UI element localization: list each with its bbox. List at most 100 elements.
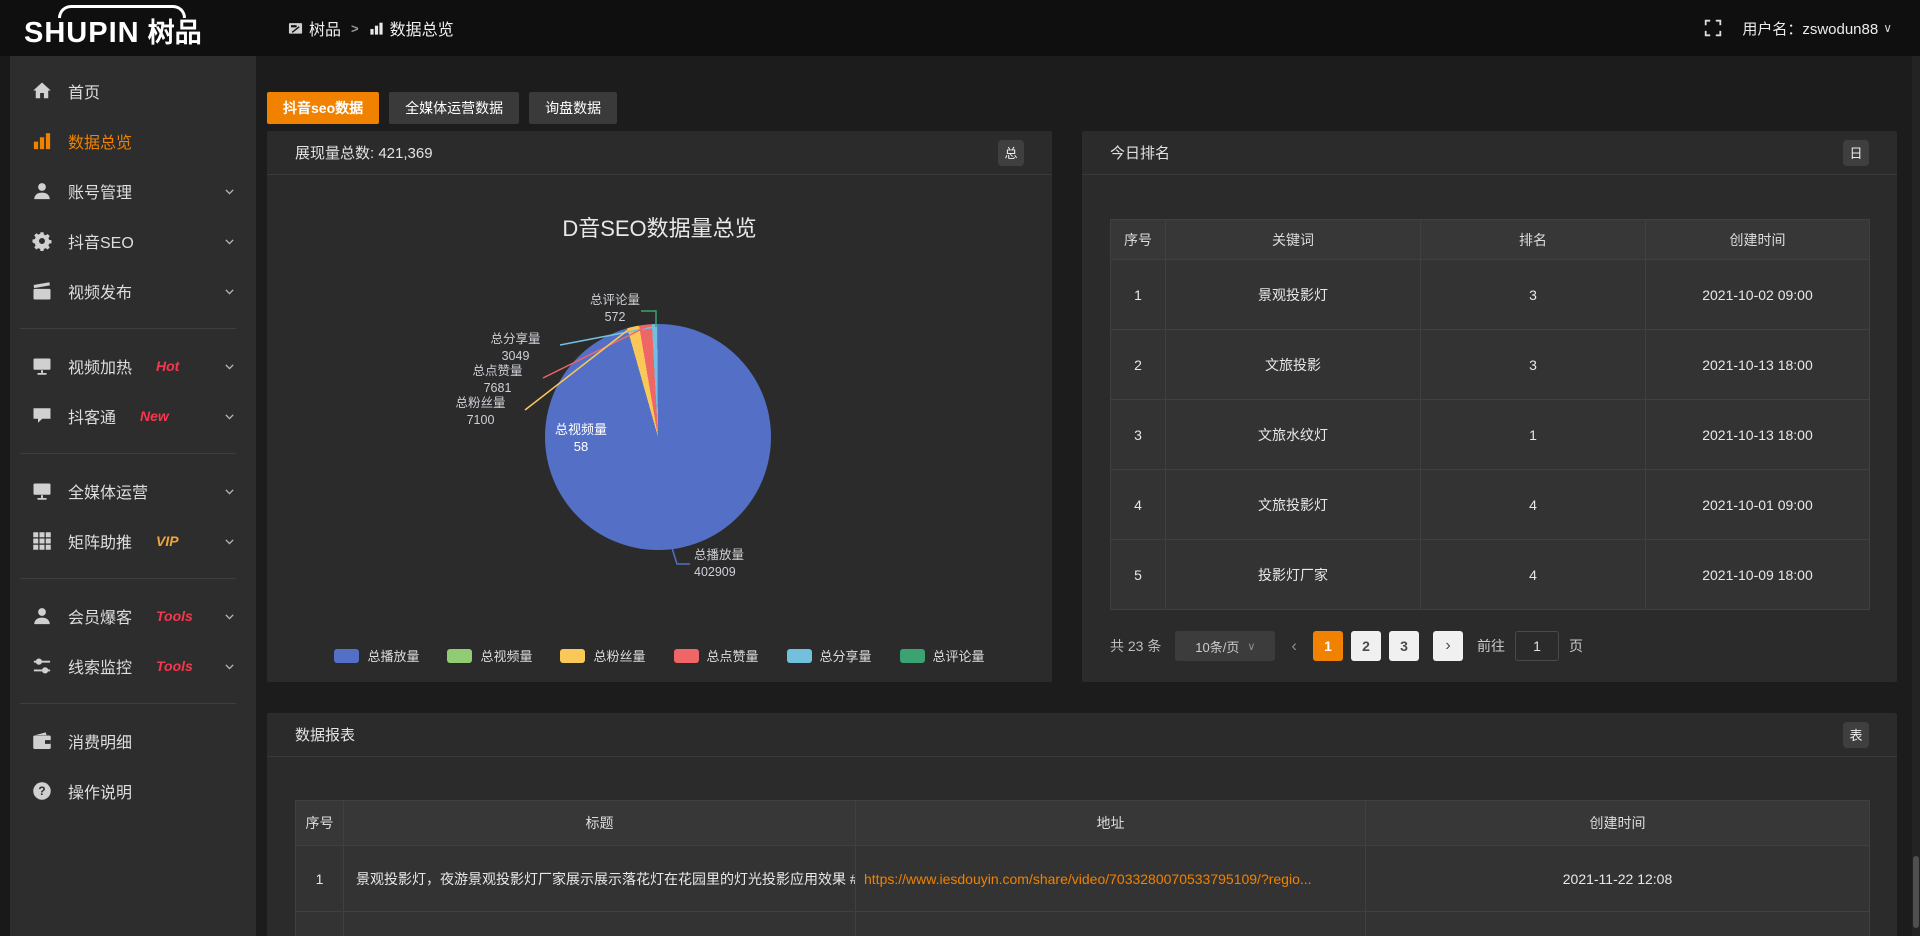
next-page-button[interactable]: › [1433, 631, 1463, 661]
ranking-cell: 景观投影灯 [1166, 260, 1421, 330]
report-panel: 数据报表 表 序号标题地址创建时间 1 景观投影灯，夜游景观投影灯厂家展示展示落… [267, 713, 1897, 936]
sidebar-item-badge: Tools [156, 658, 193, 674]
ranking-cell: 3 [1111, 400, 1166, 470]
ranking-cell: 2021-10-09 18:00 [1646, 540, 1870, 610]
table-badge[interactable]: 表 [1843, 722, 1869, 748]
day-badge[interactable]: 日 [1843, 140, 1869, 166]
breadcrumb-item-home[interactable]: 树品 [288, 16, 341, 40]
legend-label: 总评论量 [933, 646, 985, 665]
sidebar-nav: 首页 数据总览 账号管理 抖音SEO 视频发布 [0, 66, 256, 816]
report-cell-title: 景观投影灯，夜游景观投影灯厂家展示展示落花灯在花园里的灯光投影应用效果 # [344, 846, 856, 912]
sidebar-item-label: 消费明细 [68, 729, 132, 753]
ranking-cell: 2021-10-01 09:00 [1646, 470, 1870, 540]
legend-item-0[interactable]: 总播放量 [334, 646, 419, 665]
page-size-select[interactable]: 10条/页 ∨ [1175, 631, 1275, 661]
report-table: 序号标题地址创建时间 1 景观投影灯，夜游景观投影灯厂家展示展示落花灯在花园里的… [295, 800, 1870, 936]
pie-label-videos: 总视频量58 [536, 421, 626, 455]
screen-icon [32, 356, 52, 376]
report-table-wrap: 序号标题地址创建时间 1 景观投影灯，夜游景观投影灯厂家展示展示落花灯在花园里的… [295, 800, 1869, 936]
goto-page-input[interactable] [1515, 631, 1559, 661]
ranking-table-wrap: 序号关键词排名创建时间 1景观投影灯32021-10-02 09:002文旅投影… [1110, 219, 1869, 610]
ranking-cell: 文旅水纹灯 [1166, 400, 1421, 470]
chevron-down-icon: ∨ [1883, 21, 1892, 35]
legend-item-4[interactable]: 总分享量 [787, 646, 872, 665]
top-panels-row: 展现量总数: 421,369 总 D音SEO数据量总览 总评论量572 总分享量… [267, 131, 1920, 682]
ranking-panel: 今日排名 日 序号关键词排名创建时间 1景观投影灯32021-10-02 09:… [1082, 131, 1897, 682]
sidebar-item-data-overview[interactable]: 数据总览 [0, 116, 256, 166]
wallet-icon [32, 731, 52, 751]
ranking-title: 今日排名 [1110, 142, 1170, 163]
sidebar-item-home[interactable]: 首页 [0, 66, 256, 116]
sidebar-item-label: 操作说明 [68, 779, 132, 803]
sidebar-item-member-baoke[interactable]: 会员爆客 Tools [0, 591, 256, 641]
page-number-1[interactable]: 1 [1313, 631, 1343, 661]
sidebar-item-matrix-boost[interactable]: 矩阵助推 VIP [0, 516, 256, 566]
legend-item-2[interactable]: 总粉丝量 [560, 646, 645, 665]
page-scrollbar[interactable] [1912, 56, 1920, 936]
pie-label-shares: 总分享量3049 [473, 331, 558, 365]
legend-item-5[interactable]: 总评论量 [900, 646, 985, 665]
chevron-down-icon [223, 360, 236, 373]
tab-inquiry-data[interactable]: 询盘数据 [529, 92, 617, 124]
breadcrumb-label: 树品 [309, 16, 341, 40]
page-number-list: 123 [1313, 631, 1419, 661]
sidebar-item-account-manage[interactable]: 账号管理 [0, 166, 256, 216]
sidebar-item-help[interactable]: ? 操作说明 [0, 766, 256, 816]
sidebar-item-douyin-seo[interactable]: 抖音SEO [0, 216, 256, 266]
overview-panel-header: 展现量总数: 421,369 总 [267, 131, 1052, 175]
legend-label: 总粉丝量 [593, 646, 645, 665]
chart-title: D音SEO数据量总览 [267, 211, 1052, 243]
tab-media-operation-data[interactable]: 全媒体运营数据 [389, 92, 519, 124]
report-cell-link[interactable]: https://www.iesdouyin.com/share/video/70… [856, 846, 1366, 912]
page-number-3[interactable]: 3 [1389, 631, 1419, 661]
home-icon [32, 81, 52, 101]
report-table-row-partial [296, 912, 1870, 936]
report-table-body: 1 景观投影灯，夜游景观投影灯厂家展示展示落花灯在花园里的灯光投影应用效果 # … [296, 846, 1870, 936]
sidebar-item-label: 视频发布 [68, 279, 132, 303]
legend-item-1[interactable]: 总视频量 [447, 646, 532, 665]
breadcrumb-item-current[interactable]: 数据总览 [369, 16, 454, 40]
sidebar-item-clue-monitor[interactable]: 线索监控 Tools [0, 641, 256, 691]
pie-label-comments: 总评论量572 [580, 292, 650, 326]
report-title: 数据报表 [295, 724, 355, 745]
legend-item-3[interactable]: 总点赞量 [674, 646, 759, 665]
tab-douyin-seo-data[interactable]: 抖音seo数据 [267, 92, 379, 124]
chevron-down-icon: ∨ [1247, 640, 1255, 653]
ranking-cell: 3 [1421, 330, 1646, 400]
report-column-header: 地址 [856, 801, 1366, 846]
total-badge[interactable]: 总 [998, 140, 1024, 166]
sidebar-item-badge: Hot [156, 358, 179, 374]
sidebar-item-consume-detail[interactable]: 消费明细 [0, 716, 256, 766]
app-logo: SHUPIN 树品 [0, 0, 256, 56]
sidebar-item-label: 抖音SEO [68, 229, 134, 253]
fullscreen-icon[interactable] [1704, 19, 1722, 37]
goto-label: 前往 [1477, 636, 1505, 656]
chart-icon [32, 131, 52, 151]
chevron-down-icon [223, 285, 236, 298]
screen-icon [32, 481, 52, 501]
sidebar-item-video-heat[interactable]: 视频加热 Hot [0, 341, 256, 391]
bar-chart-icon [369, 21, 384, 36]
goto-page: 前往 页 [1477, 631, 1583, 661]
sidebar-item-media-operation[interactable]: 全媒体运营 [0, 466, 256, 516]
sidebar-item-douketong[interactable]: 抖客通 New [0, 391, 256, 441]
ranking-cell: 2021-10-13 18:00 [1646, 400, 1870, 470]
chevron-down-icon [223, 235, 236, 248]
page-number-2[interactable]: 2 [1351, 631, 1381, 661]
prev-page-button[interactable]: ‹ [1289, 636, 1299, 656]
ranking-table: 序号关键词排名创建时间 1景观投影灯32021-10-02 09:002文旅投影… [1110, 219, 1870, 610]
sidebar-edge-strip [0, 56, 10, 936]
chat-icon [32, 406, 52, 426]
sidebar-item-label: 线索监控 [68, 654, 132, 678]
sidebar-item-label: 数据总览 [68, 129, 132, 153]
ranking-cell: 1 [1421, 400, 1646, 470]
sidebar-item-video-publish[interactable]: 视频发布 [0, 266, 256, 316]
scrollbar-thumb[interactable] [1913, 856, 1919, 928]
user-icon [32, 181, 52, 201]
legend-label: 总点赞量 [707, 646, 759, 665]
chevron-down-icon [223, 185, 236, 198]
ranking-cell: 4 [1421, 470, 1646, 540]
ranking-table-row: 2文旅投影32021-10-13 18:00 [1111, 330, 1870, 400]
user-menu[interactable]: 用户名：zswodun88 ∨ [1742, 18, 1892, 39]
logo-text-en: SHUPIN [24, 19, 140, 48]
